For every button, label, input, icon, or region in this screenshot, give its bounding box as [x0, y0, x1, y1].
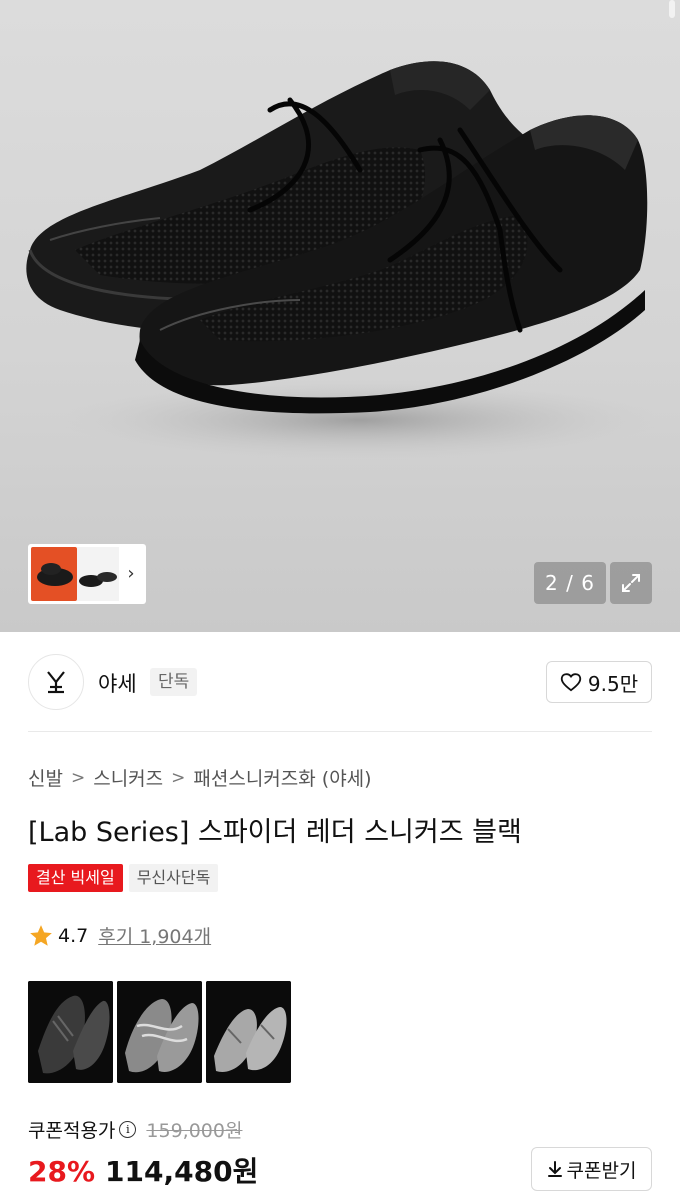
chevron-right-icon[interactable]: ›	[119, 547, 143, 601]
breadcrumb-item[interactable]: 패션스니커즈화 (야세)	[193, 764, 371, 791]
product-title: [Lab Series] 스파이더 레더 스니커즈 블랙	[28, 817, 522, 848]
coupon-label-text: 쿠폰적용가	[28, 1120, 116, 1142]
exclusive-tag: 무신사단독	[128, 864, 219, 892]
review-photos	[28, 981, 291, 1083]
review-photo[interactable]	[28, 981, 113, 1083]
divider	[28, 731, 652, 732]
rating: 4.7 후기 1,904개	[28, 922, 211, 949]
breadcrumb: 신발 > 스니커즈 > 패션스니커즈화 (야세)	[28, 764, 372, 791]
thumbnail-orange[interactable]	[31, 547, 77, 601]
thumbnail-black-shoes[interactable]	[77, 547, 119, 601]
review-photo[interactable]	[117, 981, 202, 1083]
chevron-right-icon: >	[70, 767, 86, 788]
original-price: 159,000원	[146, 1120, 243, 1142]
coupon-download-button[interactable]: 쿠폰받기	[531, 1147, 652, 1191]
chevron-right-icon: >	[171, 767, 186, 788]
like-button[interactable]: 9.5만	[546, 661, 652, 703]
gallery-thumbnail-strip[interactable]: ›	[28, 544, 146, 604]
brand-logo[interactable]	[28, 654, 84, 710]
discount-rate: 28%	[28, 1155, 96, 1188]
reviews-link[interactable]: 후기 1,904개	[98, 922, 211, 949]
brand-row: 야세 단독 9.5만	[28, 654, 652, 712]
info-icon[interactable]: i	[119, 1121, 137, 1138]
expand-icon[interactable]	[610, 562, 652, 604]
product-tags: 결산 빅세일 무신사단독	[28, 864, 219, 892]
price-row: 28% 114,480원	[28, 1150, 258, 1190]
coupon-price-label: 쿠폰적용가 i 159,000원	[28, 1116, 242, 1143]
download-icon	[547, 1161, 562, 1177]
brand-exclusive-badge: 단독	[150, 668, 198, 696]
heart-icon	[560, 673, 582, 692]
breadcrumb-item[interactable]: 신발	[28, 764, 63, 791]
coupon-button-label: 쿠폰받기	[566, 1159, 637, 1182]
like-count: 9.5만	[587, 671, 639, 696]
product-image[interactable]: › 2 / 6	[0, 0, 680, 632]
review-photo[interactable]	[206, 981, 291, 1083]
sneaker-photo	[26, 61, 660, 460]
scroll-indicator	[669, 0, 675, 18]
image-counter: 2 / 6	[534, 562, 606, 604]
breadcrumb-item[interactable]: 스니커즈	[93, 764, 163, 791]
sale-price: 114,480원	[105, 1155, 259, 1188]
rating-score: 4.7	[58, 924, 89, 947]
star-icon	[30, 924, 52, 946]
brand-name[interactable]: 야세	[98, 668, 137, 698]
sale-tag: 결산 빅세일	[28, 864, 123, 892]
